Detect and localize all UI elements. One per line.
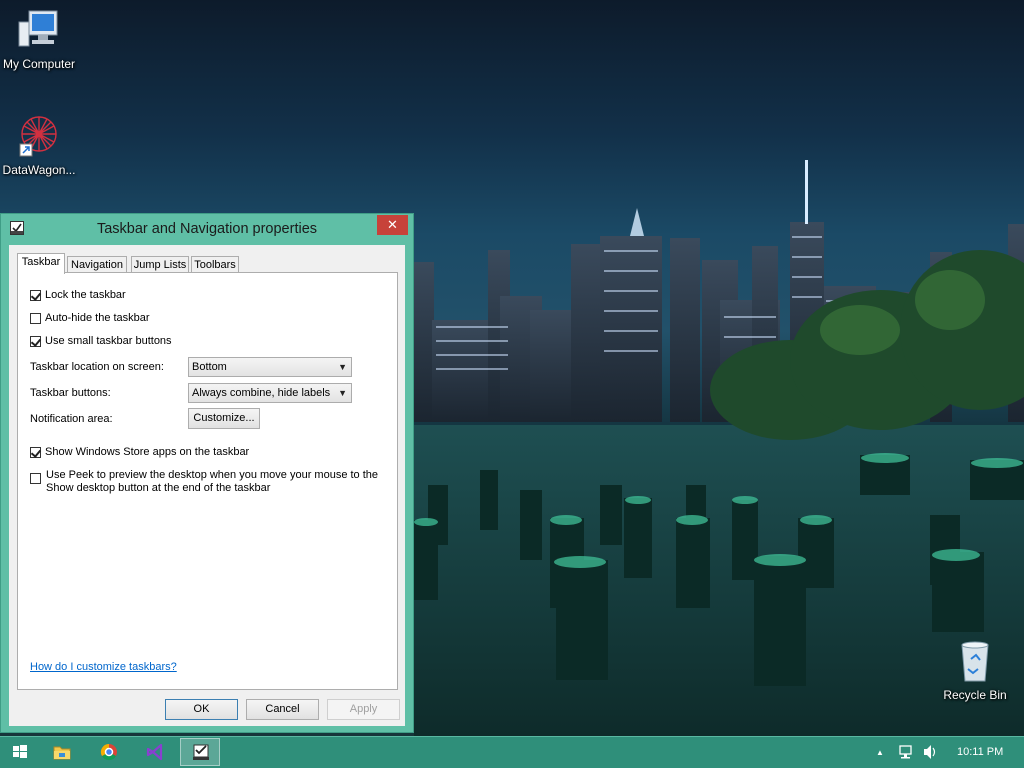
recycle-bin-icon [961, 641, 989, 682]
apply-button[interactable]: Apply [327, 699, 400, 720]
store-apps-label: Show Windows Store apps on the taskbar [45, 446, 250, 458]
taskbar-tab-panel: Lock the taskbar Auto-hide the taskbar U… [17, 272, 398, 690]
volume-icon [924, 745, 936, 759]
ok-button[interactable]: OK [165, 699, 238, 720]
desktop-icon-datawagon[interactable]: DataWagon... [0, 112, 81, 177]
taskbar-properties-dialog: Taskbar and Navigation properties ✕ Task… [0, 213, 414, 733]
lock-taskbar-label: Lock the taskbar [45, 289, 126, 301]
start-button[interactable] [0, 738, 40, 766]
store-apps-option[interactable]: Show Windows Store apps on the taskbar [30, 446, 249, 458]
auto-hide-option[interactable]: Auto-hide the taskbar [30, 312, 150, 324]
network-icon[interactable] [897, 736, 915, 768]
dialog-title: Taskbar and Navigation properties [96, 221, 318, 237]
title-bar[interactable]: Taskbar and Navigation properties ✕ [1, 214, 413, 244]
taskbar-location-select[interactable]: Bottom ▼ [188, 357, 352, 377]
small-buttons-option[interactable]: Use small taskbar buttons [30, 335, 172, 347]
show-hidden-icons[interactable]: ▲ [876, 736, 884, 768]
peek-checkbox[interactable] [30, 472, 41, 484]
auto-hide-checkbox[interactable] [30, 312, 41, 324]
desktop-icon-recycle-bin[interactable]: Recycle Bin [933, 637, 1017, 702]
taskbar-file-explorer[interactable] [42, 738, 82, 766]
taskbar-buttons-label: Taskbar buttons: [30, 387, 111, 399]
desktop-icon-my-computer[interactable]: My Computer [0, 8, 81, 71]
network-icon [899, 745, 912, 759]
peek-label-line-2: Show desktop button at the end of the ta… [46, 482, 271, 494]
dialog-client-area: Taskbar Navigation Jump Lists Toolbars L… [9, 245, 405, 726]
peek-label-line-1: Use Peek to preview the desktop when you… [46, 469, 379, 481]
volume-icon[interactable] [921, 736, 939, 768]
peek-option[interactable] [30, 472, 45, 484]
taskbar-location-label: Taskbar location on screen: [30, 361, 164, 373]
windows-start-icon [13, 745, 27, 758]
taskbar: ▲ 10:11 PM [0, 736, 1024, 768]
lock-taskbar-option[interactable]: Lock the taskbar [30, 289, 126, 301]
taskbar-properties-icon [193, 744, 209, 760]
chevron-down-icon: ▼ [338, 388, 347, 398]
desktop-icon-label: DataWagon... [2, 163, 76, 177]
taskbar-visual-studio[interactable] [134, 738, 174, 766]
computer-icon [18, 10, 58, 47]
tab-jump-lists[interactable]: Jump Lists [131, 256, 189, 273]
desktop-icon-label: Recycle Bin [943, 688, 1007, 702]
clock[interactable]: 10:11 PM [957, 736, 1003, 768]
notification-area-label: Notification area: [30, 413, 113, 425]
taskbar-buttons-value: Always combine, hide labels [192, 387, 331, 399]
help-link[interactable]: How do I customize taskbars? [30, 661, 177, 673]
customize-button[interactable]: Customize... [188, 408, 260, 429]
small-buttons-label: Use small taskbar buttons [45, 335, 172, 347]
store-apps-checkbox[interactable] [30, 446, 41, 458]
auto-hide-label: Auto-hide the taskbar [45, 312, 150, 324]
chevron-up-icon: ▲ [876, 748, 884, 757]
desktop-icon-label: My Computer [2, 57, 76, 71]
small-buttons-checkbox[interactable] [30, 335, 41, 347]
chrome-icon [100, 743, 117, 761]
lock-taskbar-checkbox[interactable] [30, 289, 41, 301]
close-button[interactable]: ✕ [377, 215, 408, 235]
taskbar-location-value: Bottom [192, 361, 227, 373]
tab-navigation[interactable]: Navigation [67, 256, 127, 273]
peek-label: Use Peek to preview the desktop when you… [46, 469, 386, 495]
file-explorer-icon [53, 746, 71, 760]
taskbar-buttons-select[interactable]: Always combine, hide labels ▼ [188, 383, 352, 403]
visual-studio-icon [146, 743, 163, 761]
tab-toolbars[interactable]: Toolbars [191, 256, 239, 273]
chevron-down-icon: ▼ [338, 362, 347, 372]
taskbar-chrome[interactable] [88, 738, 128, 766]
tab-taskbar[interactable]: Taskbar [17, 253, 65, 274]
datawagon-logo-icon [19, 116, 57, 157]
cancel-button[interactable]: Cancel [246, 699, 319, 720]
taskbar-properties-app[interactable] [180, 738, 220, 766]
